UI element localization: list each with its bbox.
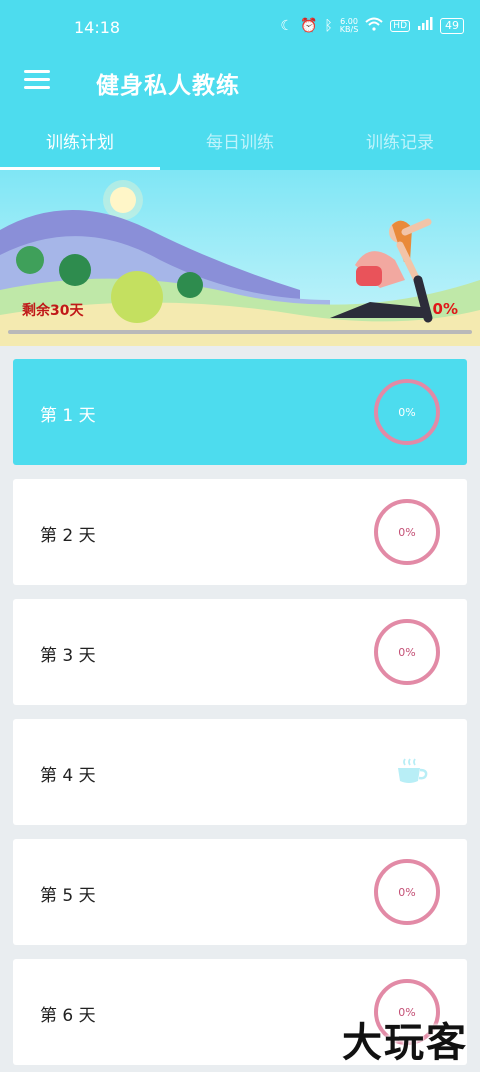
plan-banner: 剩余30天 0% — [0, 170, 480, 346]
day-label: 第 2 天 — [40, 526, 96, 546]
app-bar: 健身私人教练 — [0, 56, 480, 108]
day-card-4[interactable]: 第 4 天 — [13, 719, 467, 825]
plan-progress-percent: 0% — [432, 300, 458, 318]
menu-icon[interactable] — [24, 70, 50, 92]
tab-training-plan[interactable]: 训练计划 — [0, 118, 160, 170]
day-card-3[interactable]: 第 3 天 0% — [13, 599, 467, 705]
moon-icon: ☾ — [280, 18, 293, 34]
status-time: 14:18 — [74, 18, 121, 37]
wifi-icon — [365, 17, 383, 35]
day-card-2[interactable]: 第 2 天 0% — [13, 479, 467, 585]
bluetooth-icon: ᛒ — [324, 18, 333, 34]
plan-progress-bar — [8, 330, 472, 334]
app-title: 健身私人教练 — [96, 73, 240, 99]
day-label: 第 1 天 — [40, 406, 96, 426]
day-label: 第 6 天 — [40, 1006, 96, 1026]
hd-icon: HD — [390, 20, 410, 32]
day-card-5[interactable]: 第 5 天 0% — [13, 839, 467, 945]
tab-daily-training[interactable]: 每日训练 — [160, 118, 320, 170]
alarm-icon: ⏰ — [299, 18, 318, 34]
day-label: 第 5 天 — [40, 886, 96, 906]
tab-bar: 训练计划 每日训练 训练记录 — [0, 118, 480, 170]
coffee-cup-icon — [398, 758, 428, 783]
remaining-days: 剩余30天 — [22, 303, 84, 319]
battery-indicator: 49 — [440, 18, 464, 34]
progress-ring: 0% — [374, 619, 440, 685]
day-card-1[interactable]: 第 1 天 0% — [13, 359, 467, 465]
status-bar: 14:18 ☾ ⏰ ᛒ 6.00 KB/S HD 49 — [0, 0, 480, 56]
day-label: 第 4 天 — [40, 766, 96, 786]
day-label: 第 3 天 — [40, 646, 96, 666]
progress-ring: 0% — [374, 379, 440, 445]
progress-ring: 0% — [374, 499, 440, 565]
progress-ring: 0% — [374, 859, 440, 925]
tab-training-records[interactable]: 训练记录 — [320, 118, 480, 170]
net-speed: 6.00 KB/S — [339, 17, 359, 34]
status-icons: ☾ ⏰ ᛒ 6.00 KB/S HD 49 — [280, 17, 464, 35]
watermark: 大玩客 — [342, 1020, 468, 1066]
signal-icon — [417, 17, 433, 35]
